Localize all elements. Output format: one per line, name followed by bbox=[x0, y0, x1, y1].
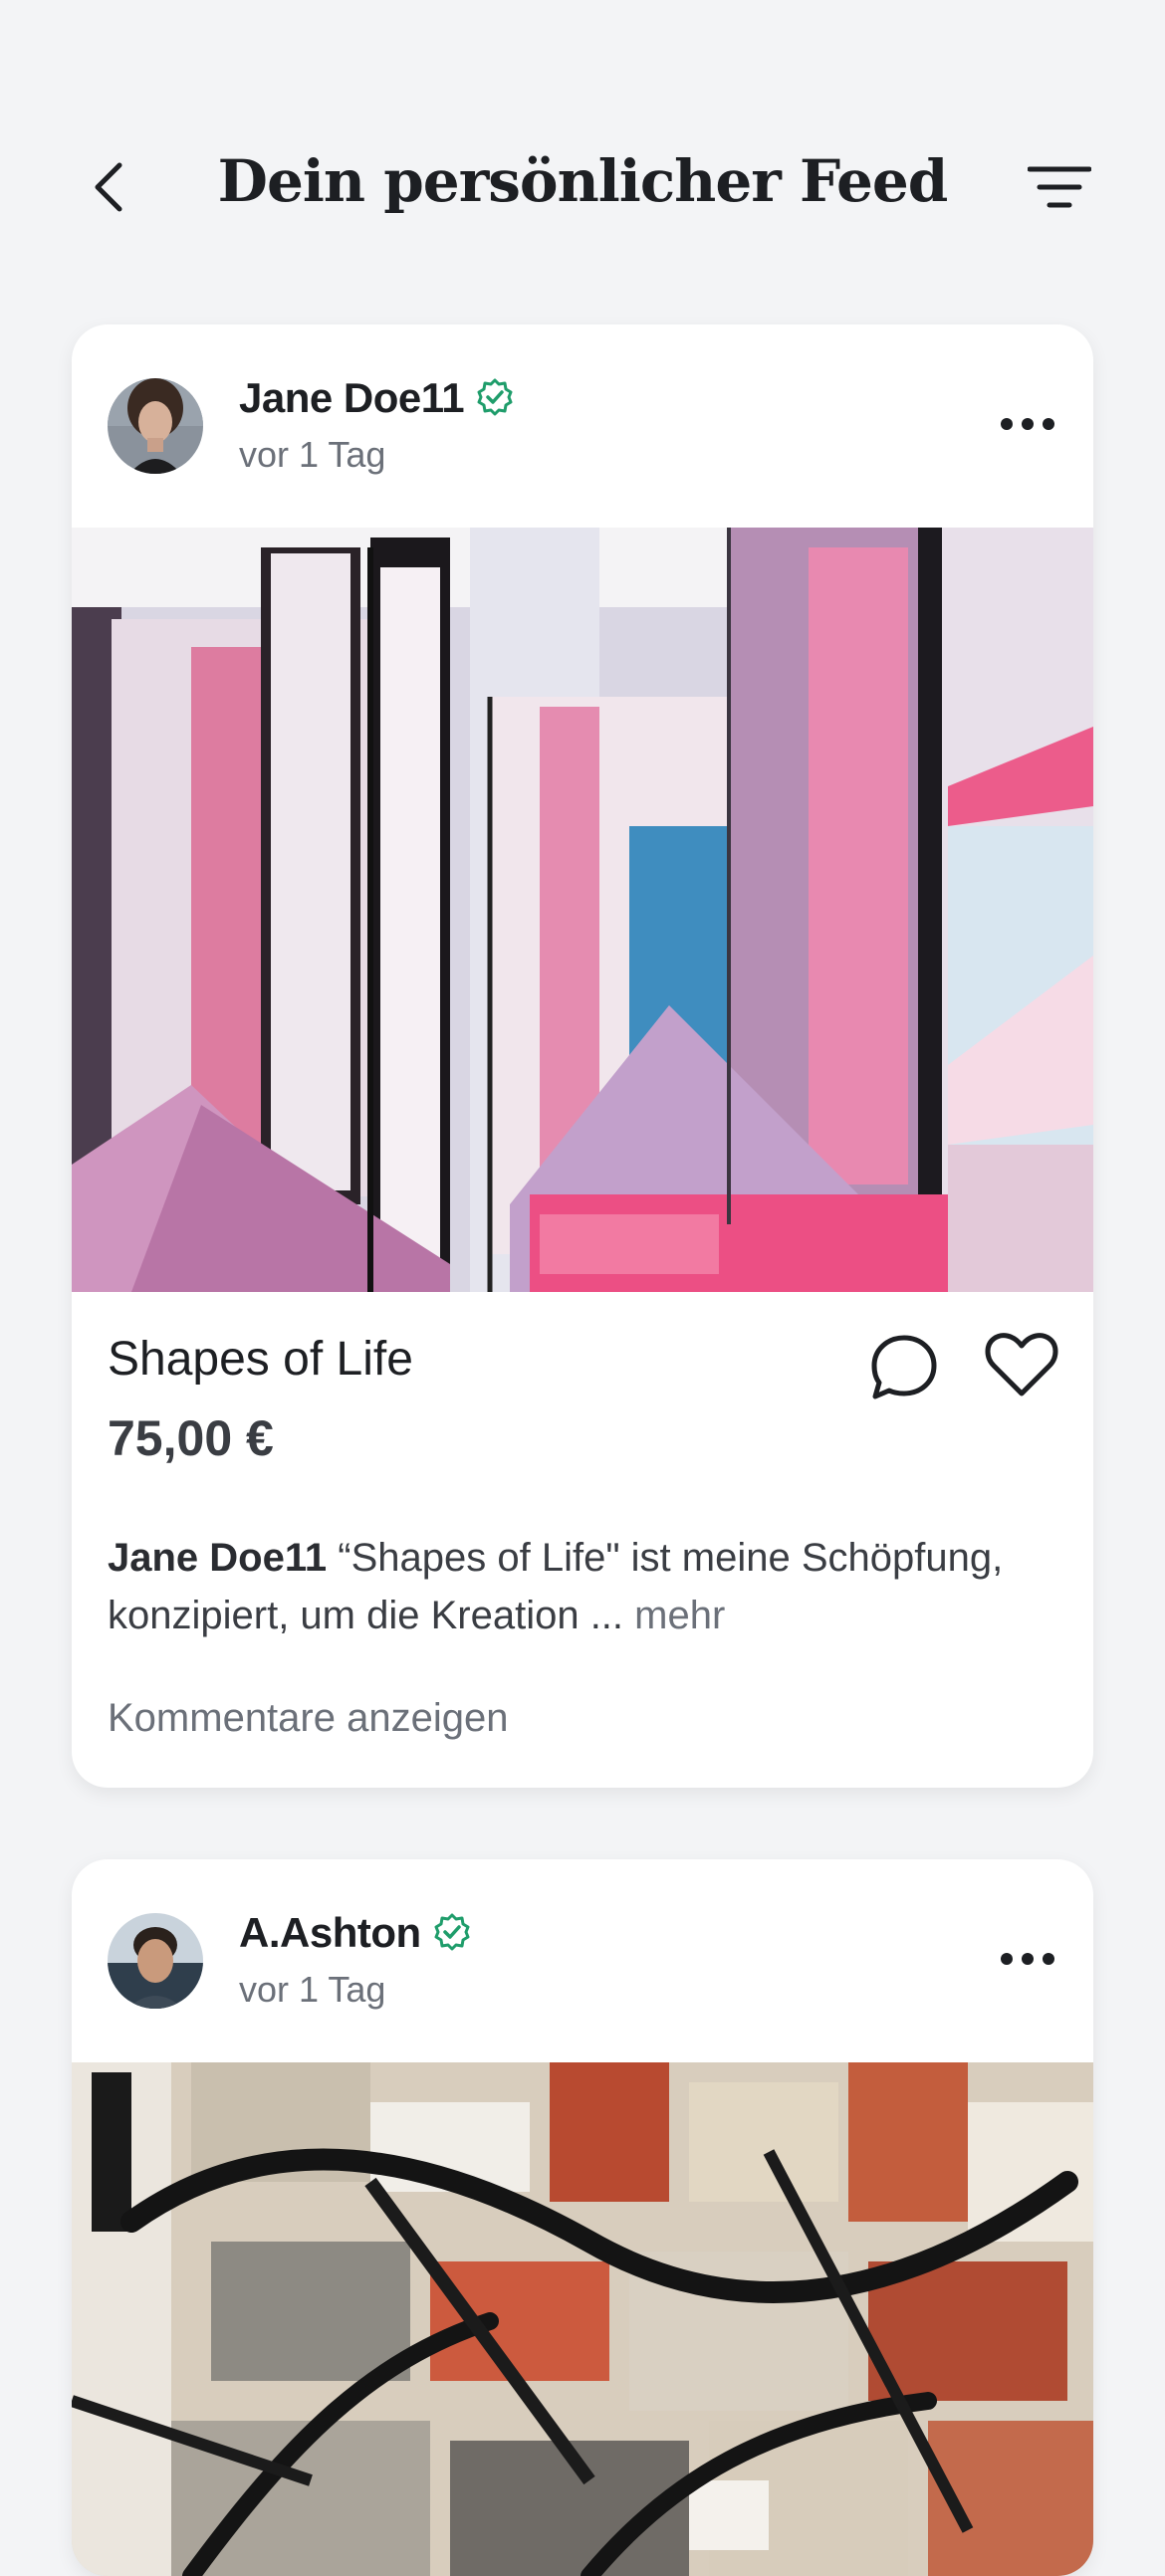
more-horizontal-icon bbox=[1001, 1953, 1054, 1965]
post-header: Jane Doe11 vor 1 Tag bbox=[72, 324, 1093, 528]
verified-badge-icon bbox=[477, 378, 513, 416]
like-button[interactable] bbox=[982, 1328, 1061, 1403]
filter-button[interactable] bbox=[1020, 157, 1099, 217]
author-name[interactable]: Jane Doe11 bbox=[239, 374, 514, 422]
post-timestamp: vor 1 Tag bbox=[239, 434, 386, 475]
more-options-button[interactable] bbox=[998, 1939, 1057, 1979]
post-caption: Jane Doe11 “Shapes of Life" ist meine Sc… bbox=[108, 1529, 1063, 1644]
filter-icon bbox=[1028, 166, 1091, 208]
post-header: A.Ashton vor 1 Tag bbox=[72, 1859, 1093, 2062]
avatar[interactable] bbox=[108, 378, 203, 474]
artwork-title: Shapes of Life bbox=[108, 1333, 413, 1386]
author-name-text: Jane Doe11 bbox=[239, 374, 465, 421]
verified-badge-icon bbox=[434, 1913, 470, 1951]
show-comments-link[interactable]: Kommentare anzeigen bbox=[108, 1696, 508, 1741]
author-name-text: A.Ashton bbox=[239, 1909, 421, 1956]
heart-icon bbox=[985, 1333, 1058, 1396]
comment-bubble-icon bbox=[871, 1335, 937, 1399]
post-timestamp: vor 1 Tag bbox=[239, 1969, 386, 2010]
header: Dein persönlicher Feed bbox=[0, 139, 1165, 239]
page-title: Dein persönlicher Feed bbox=[217, 147, 949, 215]
feed-post: Jane Doe11 vor 1 Tag Shapes of Life 75,0… bbox=[72, 324, 1093, 1788]
artwork-price: 75,00 € bbox=[108, 1410, 274, 1466]
avatar[interactable] bbox=[108, 1913, 203, 2009]
post-artwork-image[interactable] bbox=[72, 528, 1093, 1294]
post-artwork-image[interactable] bbox=[72, 2062, 1093, 2576]
caption-author[interactable]: Jane Doe11 bbox=[108, 1536, 327, 1580]
more-horizontal-icon bbox=[1001, 418, 1054, 430]
author-name[interactable]: A.Ashton bbox=[239, 1909, 471, 1957]
caption-more-link[interactable]: mehr bbox=[634, 1594, 725, 1637]
comment-button[interactable] bbox=[866, 1330, 942, 1405]
feed-post: A.Ashton vor 1 Tag bbox=[72, 1859, 1093, 2576]
more-options-button[interactable] bbox=[998, 404, 1057, 444]
